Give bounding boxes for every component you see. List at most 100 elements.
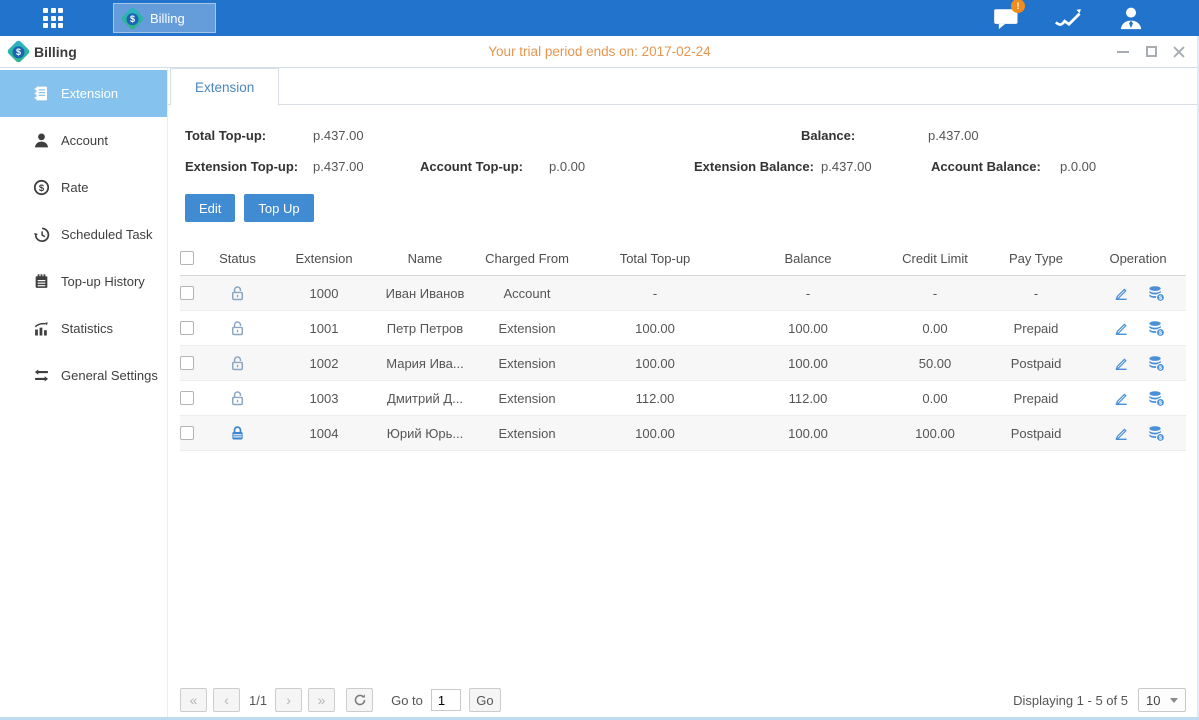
page-size-select[interactable]: 10 [1138, 688, 1186, 712]
cell-pay-type: Postpaid [982, 426, 1090, 441]
sidebar-item-general-settings[interactable]: General Settings [0, 352, 167, 399]
sidebar-item-scheduled-task[interactable]: Scheduled Task [0, 211, 167, 258]
go-button[interactable]: Go [469, 688, 501, 712]
table-row: 1004 Юрий Юрь... Extension 100.00 100.00… [180, 416, 1186, 451]
main-content: Extension Total Top-up: p.437.00 Balance… [168, 68, 1199, 720]
lock-status-icon [229, 425, 246, 442]
scheduled-task-clock-icon [33, 226, 50, 243]
top-up-button[interactable]: Top Up [244, 194, 313, 222]
refresh-button[interactable] [346, 688, 373, 712]
edit-button[interactable]: Edit [185, 194, 235, 222]
page-indicator: 1/1 [249, 693, 267, 708]
user-icon[interactable] [1115, 5, 1147, 31]
header-charged-from: Charged From [472, 251, 582, 266]
edit-pencil-icon[interactable] [1112, 424, 1130, 442]
sidebar-item-rate[interactable]: $ Rate [0, 164, 167, 211]
header-total-topup: Total Top-up [582, 251, 728, 266]
billing-app-icon: $ [120, 6, 144, 30]
lock-status-icon [229, 390, 246, 407]
notification-badge: ! [1011, 0, 1025, 13]
tab-extension[interactable]: Extension [170, 68, 279, 106]
messages-icon[interactable]: ! [991, 5, 1023, 31]
window-app-title: $ Billing [10, 43, 77, 60]
sidebar-item-label: Account [61, 133, 108, 148]
goto-page-input[interactable] [431, 689, 461, 711]
cell-total-topup: 100.00 [582, 356, 728, 371]
cell-charged-from: Extension [472, 321, 582, 336]
maximize-icon [1146, 46, 1157, 57]
edit-pencil-icon[interactable] [1112, 284, 1130, 302]
cell-extension: 1003 [270, 391, 378, 406]
row-checkbox[interactable] [180, 286, 194, 300]
apps-grid-icon[interactable] [35, 0, 71, 36]
window-title: Billing [34, 44, 77, 60]
table-row: 1001 Петр Петров Extension 100.00 100.00… [180, 311, 1186, 346]
close-button[interactable] [1171, 44, 1187, 60]
cell-name: Петр Петров [378, 321, 472, 336]
extensions-table: Status Extension Name Charged From Total… [180, 241, 1186, 451]
chevron-down-icon [1170, 698, 1178, 703]
row-checkbox[interactable] [180, 426, 194, 440]
balance-label: Balance: [801, 128, 928, 143]
maximize-button[interactable] [1143, 44, 1159, 60]
account-person-icon [33, 132, 50, 149]
header-operation: Operation [1090, 251, 1186, 266]
table-header-row: Status Extension Name Charged From Total… [180, 241, 1186, 276]
topup-history-notebook-icon [33, 273, 50, 290]
cell-balance: - [728, 286, 888, 301]
row-checkbox[interactable] [180, 321, 194, 335]
top-up-coins-icon[interactable]: $ [1147, 284, 1165, 302]
rate-dollar-icon: $ [33, 179, 50, 196]
cell-total-topup: - [582, 286, 728, 301]
cell-total-topup: 100.00 [582, 426, 728, 441]
svg-text:$: $ [39, 183, 45, 194]
extension-balance-label: Extension Balance: [694, 159, 821, 174]
refresh-icon [353, 693, 367, 707]
account-balance-label: Account Balance: [931, 159, 1060, 174]
select-all-checkbox[interactable] [180, 251, 194, 265]
account-balance-value: p.0.00 [1060, 159, 1096, 174]
sidebar-item-topup-history[interactable]: Top-up History [0, 258, 167, 305]
cell-extension: 1004 [270, 426, 378, 441]
cell-balance: 112.00 [728, 391, 888, 406]
cell-extension: 1002 [270, 356, 378, 371]
cell-pay-type: - [982, 286, 1090, 301]
cell-extension: 1001 [270, 321, 378, 336]
edit-pencil-icon[interactable] [1112, 389, 1130, 407]
top-up-coins-icon[interactable]: $ [1147, 354, 1165, 372]
cell-balance: 100.00 [728, 426, 888, 441]
sidebar-item-statistics[interactable]: Statistics [0, 305, 167, 352]
top-up-coins-icon[interactable]: $ [1147, 424, 1165, 442]
page-size-value: 10 [1146, 693, 1160, 708]
total-topup-value: p.437.00 [313, 128, 420, 143]
sidebar-item-extension[interactable]: Extension [0, 70, 167, 117]
first-page-button[interactable]: « [180, 688, 207, 712]
header-status: Status [205, 251, 270, 266]
cell-pay-type: Prepaid [982, 321, 1090, 336]
goto-label: Go to [391, 693, 423, 708]
lock-status-icon [229, 320, 246, 337]
tab-strip: Extension [168, 68, 1199, 105]
minimize-button[interactable] [1115, 44, 1131, 60]
edit-pencil-icon[interactable] [1112, 319, 1130, 337]
row-checkbox[interactable] [180, 356, 194, 370]
billing-window-icon: $ [6, 39, 30, 63]
sidebar-item-account[interactable]: Account [0, 117, 167, 164]
balance-value: p.437.00 [928, 128, 979, 143]
top-up-coins-icon[interactable]: $ [1147, 319, 1165, 337]
cell-name: Иван Иванов [378, 286, 472, 301]
top-up-coins-icon[interactable]: $ [1147, 389, 1165, 407]
row-checkbox[interactable] [180, 391, 194, 405]
sidebar-item-label: Statistics [61, 321, 113, 336]
taskbar-tab-label: Billing [150, 11, 185, 26]
prev-page-button[interactable]: ‹ [213, 688, 240, 712]
statistics-chart-icon[interactable] [1053, 5, 1085, 31]
pagination-bar: « ‹ 1/1 › » Go to Go Displaying 1 - 5 of… [180, 688, 1186, 712]
taskbar: $ Billing ! [0, 0, 1199, 36]
table-row: 1002 Мария Ива... Extension 100.00 100.0… [180, 346, 1186, 381]
next-page-button[interactable]: › [275, 688, 302, 712]
edit-pencil-icon[interactable] [1112, 354, 1130, 372]
taskbar-tab-billing[interactable]: $ Billing [113, 3, 216, 33]
last-page-button[interactable]: » [308, 688, 335, 712]
sidebar-item-label: Rate [61, 180, 88, 195]
